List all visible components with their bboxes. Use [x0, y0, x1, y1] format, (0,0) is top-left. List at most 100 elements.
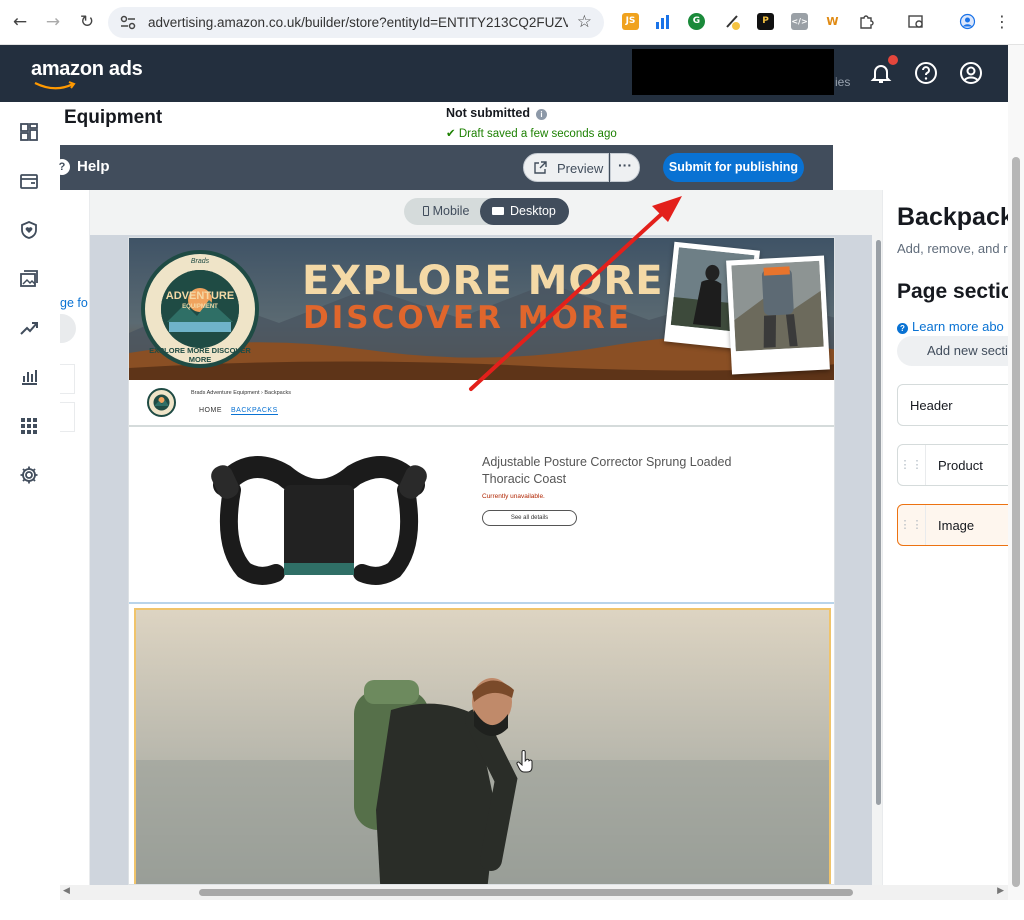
- bottom-margin: [60, 900, 1024, 920]
- browser-menu-icon[interactable]: ⋮: [992, 12, 1012, 32]
- store-page-preview: Brads ADVENTURE EQUIPMENT EXPLORE MORE D…: [128, 237, 835, 885]
- info-icon[interactable]: i: [536, 109, 548, 120]
- canvas-horizontal-scrollbar[interactable]: ◀ ▶: [60, 885, 1008, 900]
- amazon-ads-logo[interactable]: amazon ads: [31, 58, 143, 81]
- desktop-label: Desktop: [510, 204, 556, 218]
- badge-motto-text: EXPLORE MORE DISCOVER MORE: [149, 346, 251, 364]
- left-panel-field[interactable]: [60, 364, 75, 394]
- drag-handle-icon[interactable]: ⋮⋮: [898, 445, 926, 485]
- section-item-header[interactable]: Header: [897, 384, 1008, 426]
- page-title: Equipment: [64, 107, 163, 128]
- left-panel-link[interactable]: ge fo: [60, 296, 88, 310]
- bar-chart-icon[interactable]: [19, 367, 39, 387]
- url-text: advertising.amazon.co.uk/builder/store?e…: [148, 15, 568, 30]
- preview-button[interactable]: Preview: [523, 153, 609, 182]
- left-panel-stub: [60, 190, 90, 885]
- apps-grid-icon[interactable]: [19, 416, 39, 436]
- account-icon[interactable]: [959, 61, 983, 85]
- desktop-icon: [492, 207, 504, 215]
- section-divider: [129, 602, 834, 604]
- badge-script-text: Brads: [190, 258, 210, 265]
- store-navigation: Brads Adventure Equipment › Backpacks HO…: [129, 380, 834, 427]
- left-panel-field[interactable]: [60, 402, 75, 432]
- mobile-label: Mobile: [432, 204, 470, 218]
- w-extension-icon[interactable]: W: [824, 13, 841, 30]
- grammarly-extension-icon[interactable]: G: [688, 13, 705, 30]
- image-section-selected[interactable]: [134, 608, 831, 884]
- product-title[interactable]: Adjustable Posture Corrector Sprung Load…: [482, 454, 752, 488]
- section-item-product[interactable]: ⋮⋮ Product: [897, 444, 1008, 486]
- hand-cursor-icon: [516, 750, 533, 773]
- draft-status-text: Draft saved a few seconds ago: [458, 128, 617, 140]
- pen-extension-icon[interactable]: [724, 13, 741, 30]
- store-nav-backpacks[interactable]: BACKPACKS: [231, 407, 278, 415]
- canvas-vertical-scrollbar[interactable]: [875, 240, 882, 885]
- help-link[interactable]: Help: [77, 158, 110, 175]
- trend-line-icon[interactable]: [19, 318, 39, 338]
- scrollbar-thumb[interactable]: [199, 889, 853, 896]
- help-circle-icon[interactable]: [914, 61, 938, 85]
- scroll-right-icon[interactable]: ▶: [997, 886, 1004, 896]
- page-settings-panel: Backpacks Add, remove, and r Page sectio…: [882, 190, 1008, 885]
- hero-headline: EXPLORE MORE: [302, 258, 664, 304]
- amazon-smile-icon: [34, 81, 76, 90]
- page-vertical-scrollbar[interactable]: [1008, 45, 1024, 900]
- scrollbar-thumb[interactable]: [876, 240, 881, 805]
- back-arrow-icon[interactable]: ←: [10, 12, 30, 32]
- wallet-icon[interactable]: [19, 171, 39, 191]
- site-settings-icon[interactable]: [120, 15, 136, 30]
- store-nav-home[interactable]: HOME: [199, 407, 222, 414]
- see-all-details-button[interactable]: See all details: [482, 510, 577, 526]
- draft-status: ✔ Draft saved a few seconds ago: [446, 126, 617, 140]
- store-nav-logo[interactable]: [147, 388, 176, 417]
- p-extension-icon[interactable]: P: [757, 13, 774, 30]
- section-item-image[interactable]: ⋮⋮ Image: [897, 504, 1008, 546]
- section-item-label: Header: [910, 398, 953, 413]
- reload-icon[interactable]: ↻: [77, 12, 97, 32]
- notifications-bell-icon[interactable]: [869, 61, 893, 85]
- puzzle-icon[interactable]: [858, 13, 875, 30]
- profile-icon[interactable]: [959, 13, 976, 30]
- mobile-view-option[interactable]: Mobile: [404, 198, 480, 225]
- forward-arrow-icon[interactable]: →: [43, 12, 63, 32]
- learn-more-link[interactable]: ? Learn more abo: [897, 319, 1004, 334]
- polaroid-photo: [726, 255, 830, 375]
- notification-dot: [888, 55, 898, 65]
- bookmark-star-icon[interactable]: ☆: [577, 12, 592, 32]
- drag-handle-icon[interactable]: ⋮⋮: [898, 505, 926, 545]
- scroll-left-icon[interactable]: ◀: [63, 886, 70, 896]
- section-item-label: Image: [938, 518, 975, 533]
- address-bar[interactable]: advertising.amazon.co.uk/builder/store?e…: [108, 7, 604, 38]
- browser-toolbar: ← → ↻ advertising.amazon.co.uk/builder/s…: [0, 0, 1024, 45]
- submission-status-text: Not submitted: [446, 106, 531, 120]
- hero-banner[interactable]: Brads ADVENTURE EQUIPMENT EXPLORE MORE D…: [129, 238, 834, 380]
- chart-extension-icon[interactable]: [655, 13, 672, 30]
- backpack-photo-image: [731, 260, 824, 352]
- media-library-icon[interactable]: [19, 269, 39, 289]
- brand-badge-logo: Brads ADVENTURE EQUIPMENT EXPLORE MORE D…: [141, 250, 259, 368]
- shield-heart-icon[interactable]: [19, 220, 39, 240]
- left-navigation-rail: [0, 102, 60, 920]
- preview-label: Preview: [557, 161, 604, 176]
- posture-corrector-image: [211, 456, 427, 585]
- dashboard-icon[interactable]: [19, 122, 39, 142]
- tab-search-icon[interactable]: [908, 13, 925, 30]
- amazon-ads-header: amazon ads ies: [0, 45, 1008, 102]
- device-toggle: Mobile Desktop: [404, 198, 569, 225]
- product-section[interactable]: Adjustable Posture Corrector Sprung Load…: [129, 427, 834, 605]
- help-icon[interactable]: ?: [54, 159, 70, 175]
- checkmark-icon: ✔: [446, 128, 459, 140]
- mobile-icon: [422, 206, 429, 216]
- desktop-view-option[interactable]: Desktop: [480, 198, 569, 225]
- add-new-section-button[interactable]: Add new sectio: [897, 336, 1008, 366]
- badge-sub-text: EQUIPMENT: [182, 304, 218, 310]
- js-extension-icon[interactable]: JS: [622, 13, 639, 30]
- redacted-area: [632, 49, 834, 95]
- settings-gear-icon[interactable]: [19, 465, 39, 485]
- more-options-button[interactable]: ···: [610, 153, 640, 182]
- hiker-hero-image: [136, 610, 829, 884]
- code-extension-icon[interactable]: </>: [791, 13, 808, 30]
- scrollbar-thumb[interactable]: [1012, 157, 1020, 887]
- submit-for-publishing-button[interactable]: Submit for publishing: [663, 153, 804, 182]
- learn-more-label: Learn more abo: [912, 319, 1004, 334]
